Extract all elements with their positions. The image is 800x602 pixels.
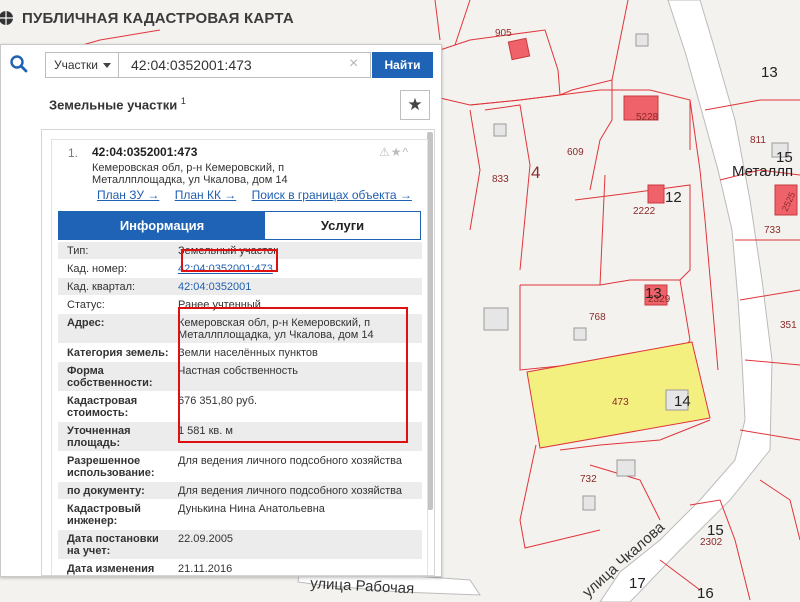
- parcel-label: 833: [492, 174, 509, 185]
- attr-key: Кадастровая стоимость:: [67, 395, 138, 419]
- chevron-down-icon: [103, 62, 111, 68]
- attr-key: Статус:: [67, 299, 105, 311]
- highlight-box-details: [178, 307, 408, 443]
- attr-value: Для ведения личного подсобного хозяйства: [178, 455, 402, 467]
- house-number: 12: [665, 189, 682, 206]
- results-title-text: Земельные участки: [49, 97, 178, 113]
- attr-key: Адрес:: [67, 317, 105, 329]
- card-actions-icons[interactable]: ⚠★^: [379, 145, 409, 159]
- attr-key: Разрешенное использование:: [67, 455, 155, 479]
- parcel-label: 609: [567, 147, 584, 158]
- parcel-label: 351: [780, 320, 797, 331]
- attr-key: Форма собственности:: [67, 365, 153, 389]
- tab-info[interactable]: Информация: [59, 212, 265, 239]
- house-number: 14: [674, 393, 691, 410]
- table-row: Разрешенное использование: Для ведения л…: [58, 452, 422, 482]
- find-button[interactable]: Найти: [372, 52, 433, 78]
- app-title: ПУБЛИЧНАЯ КАДАСТРОВАЯ КАРТА: [22, 9, 294, 27]
- search-in-bounds-link[interactable]: Поиск в границах объекта →: [252, 188, 412, 202]
- globe-logo-icon: [0, 11, 13, 25]
- attr-key: Категория земель:: [67, 347, 169, 359]
- house-number: 17: [629, 575, 646, 592]
- card-links: План ЗУ → План КК → Поиск в границах объ…: [97, 188, 424, 202]
- tab-services[interactable]: Услуги: [265, 212, 420, 239]
- attr-key: Дата постановки на учет:: [67, 533, 159, 557]
- clear-icon[interactable]: ×: [349, 55, 358, 73]
- object-type-select[interactable]: Участки: [45, 52, 119, 78]
- attr-key: Тип:: [67, 245, 89, 257]
- highlight-box-cadnum: [181, 249, 278, 272]
- card-tabs: Информация Услуги: [58, 211, 421, 240]
- parcel-label: 2222: [633, 206, 656, 217]
- attr-key: Кадастровый инженер:: [67, 503, 141, 527]
- object-type-label: Участки: [54, 58, 98, 72]
- app-header: ПУБЛИЧНАЯ КАДАСТРОВАЯ КАРТА: [0, 0, 440, 36]
- favorites-button[interactable]: ★: [400, 90, 430, 120]
- table-row: Кад. квартал: 42:04:0352001: [58, 278, 422, 296]
- cadastral-number-heading: 42:04:0352001:473: [92, 145, 198, 159]
- search-icon[interactable]: [9, 54, 29, 74]
- house-number: 15: [707, 522, 724, 539]
- plan-zu-link[interactable]: План ЗУ →: [97, 188, 159, 202]
- attr-value: 22.09.2005: [178, 533, 234, 545]
- table-row: Дата изменения 21.11.2016: [58, 560, 422, 575]
- attr-key: Кад. квартал:: [67, 281, 136, 293]
- attr-value: 21.11.2016: [178, 563, 233, 575]
- attr-key: Кад. номер:: [67, 263, 128, 275]
- house-number: 4: [531, 163, 540, 182]
- search-input[interactable]: [119, 52, 371, 78]
- parcel-label: 811: [750, 135, 766, 146]
- attr-key: Дата изменения: [67, 563, 155, 575]
- parcel-label: 473: [612, 397, 629, 408]
- parcel-label: 5228: [636, 112, 659, 123]
- star-icon: ★: [407, 95, 423, 114]
- search-panel: Участки × Найти Земельные участки 1 ★ 1.…: [0, 44, 442, 577]
- table-row: Дата постановки на учет: 22.09.2005: [58, 530, 422, 560]
- parcel-label: 905: [495, 28, 512, 39]
- attr-key: по документу:: [67, 485, 145, 497]
- results-title: Земельные участки 1: [49, 96, 186, 112]
- table-row: Кадастровый инженер: Дунькина Нина Анато…: [58, 500, 422, 530]
- result-index: 1.: [68, 146, 79, 160]
- parcel-label: 732: [580, 474, 597, 485]
- plan-kk-link[interactable]: План КК →: [175, 188, 237, 202]
- attr-value: Для ведения личного подсобного хозяйства: [178, 485, 402, 497]
- results-count: 1: [180, 96, 186, 106]
- parcel-label: 733: [764, 225, 781, 236]
- house-number: 13: [761, 64, 778, 81]
- cadastral-quarter-link[interactable]: 42:04:0352001: [169, 278, 422, 295]
- parcel-label: 768: [589, 312, 606, 323]
- card-address: Кемеровская обл, р-н Кемеровский, п Мета…: [92, 162, 288, 186]
- house-number: 16: [697, 585, 714, 602]
- locality-label: Металлп: [732, 163, 793, 180]
- attr-key: Уточненная площадь:: [67, 425, 131, 449]
- table-row: по документу: Для ведения личного подсоб…: [58, 482, 422, 500]
- attr-value: Дунькина Нина Анатольевна: [178, 503, 325, 515]
- house-number: 13: [645, 285, 662, 302]
